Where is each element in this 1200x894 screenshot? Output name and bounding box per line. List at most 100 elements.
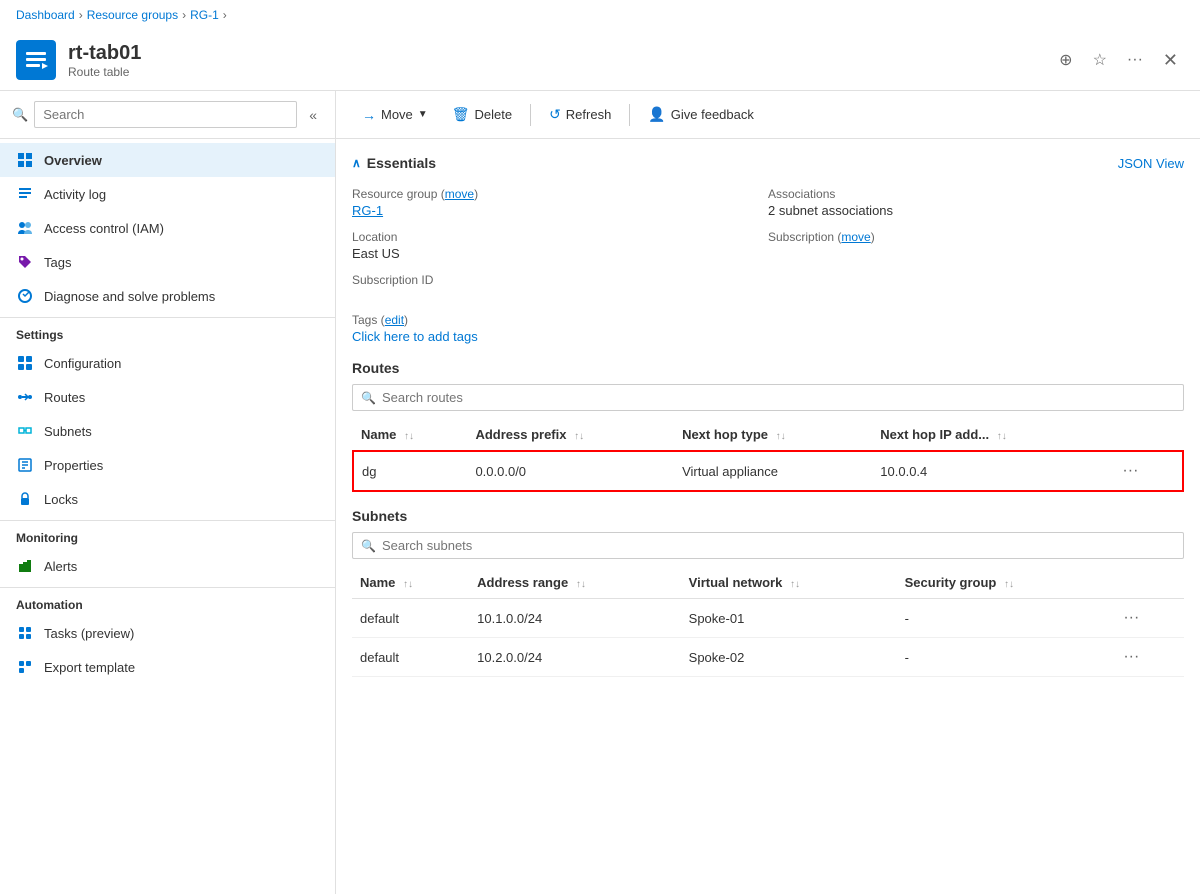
routes-search-icon: 🔍 [361,391,376,405]
json-view-link[interactable]: JSON View [1118,156,1184,171]
subnets-sort-name-icon: ↑↓ [403,579,413,590]
routes-sort-name-icon: ↑↓ [404,431,414,442]
main-content: → Move ▼ 🗑 Delete ↺ Refresh 👤 Give feedb… [336,91,1200,894]
sidebar-item-tasks[interactable]: Tasks (preview) [0,616,335,650]
locks-icon [16,490,34,508]
subnets-col-address-range[interactable]: Address range ↑↓ [469,567,681,599]
breadcrumb-dashboard[interactable]: Dashboard [16,8,75,22]
sidebar-item-label-locks: Locks [44,492,78,507]
route-next-hop-type: Virtual appliance [674,451,872,491]
subnets-table: Name ↑↓ Address range ↑↓ Virtual network… [352,567,1184,677]
resource-icon [16,40,56,80]
sidebar-item-configuration[interactable]: Configuration [0,346,335,380]
sidebar-item-label-tags: Tags [44,255,71,270]
breadcrumb: Dashboard › Resource groups › RG-1 › [0,0,1200,30]
tags-icon [16,253,34,271]
sidebar-item-export[interactable]: Export template [0,650,335,684]
subnet-more-button[interactable]: ··· [1117,607,1145,629]
pin-button[interactable]: ⊕ [1053,46,1078,74]
delete-label: Delete [474,107,512,122]
sidebar-item-subnets[interactable]: Subnets [0,414,335,448]
resource-group-move-link[interactable]: move [445,187,474,201]
breadcrumb-resource-groups[interactable]: Resource groups [87,8,178,22]
subnets-col-name[interactable]: Name ↑↓ [352,567,469,599]
table-row[interactable]: dg 0.0.0.0/0 Virtual appliance 10.0.0.4 … [353,451,1183,491]
sidebar-item-label-configuration: Configuration [44,356,121,371]
delete-button[interactable]: 🗑 Delete [442,101,522,128]
refresh-icon: ↺ [549,106,561,123]
sidebar-item-label-diagnose: Diagnose and solve problems [44,289,215,304]
table-row[interactable]: default 10.1.0.0/24 Spoke-01 - ··· [352,599,1184,638]
sidebar-item-label-subnets: Subnets [44,424,92,439]
location-label: Location [352,230,768,244]
sidebar-item-label-export: Export template [44,660,135,675]
subnet-address-range: 10.2.0.0/24 [469,638,681,677]
resource-group-label: Resource group (move) [352,187,768,201]
search-input[interactable] [34,101,297,128]
subnets-search-input[interactable] [382,538,1175,553]
subnets-search-bar: 🔍 [352,532,1184,559]
close-button[interactable]: ✕ [1157,46,1184,75]
routes-table-header-row: Name ↑↓ Address prefix ↑↓ Next hop type … [353,419,1183,451]
essentials-header: ∧ Essentials JSON View [352,155,1184,171]
feedback-button[interactable]: 👤 Give feedback [638,101,764,128]
resource-title: rt-tab01 [68,42,141,65]
properties-icon [16,456,34,474]
routes-col-address-prefix[interactable]: Address prefix ↑↓ [467,419,674,451]
tags-section: Tags (edit) Click here to add tags [352,313,1184,344]
sidebar-item-locks[interactable]: Locks [0,482,335,516]
sidebar-item-properties[interactable]: Properties [0,448,335,482]
breadcrumb-rg1[interactable]: RG-1 [190,8,219,22]
subscription-item: Subscription (move) [768,226,1184,269]
sidebar-item-label-routes: Routes [44,390,85,405]
move-icon: → [362,107,376,123]
subnets-table-header-row: Name ↑↓ Address range ↑↓ Virtual network… [352,567,1184,599]
routes-sort-hop-ip-icon: ↑↓ [997,431,1007,442]
tags-add-link[interactable]: Click here to add tags [352,329,478,344]
routes-search-input[interactable] [382,390,1175,405]
associations-label: Associations [768,187,1184,201]
subscription-move-link[interactable]: move [841,230,870,244]
move-button[interactable]: → Move ▼ [352,102,438,128]
subnet-more-button[interactable]: ··· [1117,646,1145,668]
sidebar-item-access-control[interactable]: Access control (IAM) [0,211,335,245]
route-more-button[interactable]: ··· [1116,460,1144,482]
subnets-sort-range-icon: ↑↓ [576,579,586,590]
subnets-icon [16,422,34,440]
subscription-id-label: Subscription ID [352,273,768,287]
subnets-col-virtual-network[interactable]: Virtual network ↑↓ [681,567,897,599]
sidebar-item-label-tasks: Tasks (preview) [44,626,134,641]
subnet-actions: ··· [1109,599,1184,638]
content-area: ∧ Essentials JSON View Resource group (m… [336,139,1200,709]
sidebar-item-tags[interactable]: Tags [0,245,335,279]
routes-col-actions [1108,419,1183,451]
table-row[interactable]: default 10.2.0.0/24 Spoke-02 - ··· [352,638,1184,677]
sidebar-item-alerts[interactable]: Alerts [0,549,335,583]
sidebar-item-diagnose[interactable]: Diagnose and solve problems [0,279,335,313]
subnet-address-range: 10.1.0.0/24 [469,599,681,638]
sidebar-item-overview[interactable]: Overview [0,143,335,177]
subnet-actions: ··· [1109,638,1184,677]
subnet-virtual-network: Spoke-01 [681,599,897,638]
rg1-link[interactable]: RG-1 [352,203,383,218]
favorite-button[interactable]: ☆ [1087,46,1113,74]
sidebar-item-routes[interactable]: Routes [0,380,335,414]
routes-col-next-hop-ip[interactable]: Next hop IP add... ↑↓ [872,419,1108,451]
tags-edit-link[interactable]: edit [385,313,404,327]
subnets-sort-vnet-icon: ↑↓ [790,579,800,590]
routes-col-name[interactable]: Name ↑↓ [353,419,467,451]
resource-header: rt-tab01 Route table ⊕ ☆ ··· ✕ [0,30,1200,91]
routes-sort-prefix-icon: ↑↓ [574,431,584,442]
sidebar: 🔍 « Overview Activity log [0,91,336,894]
feedback-label: Give feedback [671,107,754,122]
refresh-button[interactable]: ↺ Refresh [539,101,621,128]
configuration-icon [16,354,34,372]
routes-col-next-hop-type[interactable]: Next hop type ↑↓ [674,419,872,451]
subnets-col-security-group[interactable]: Security group ↑↓ [897,567,1110,599]
routes-section: Routes 🔍 Name ↑↓ [352,360,1184,492]
sidebar-item-activity-log[interactable]: Activity log [0,177,335,211]
settings-section-label: Settings [0,317,335,346]
tags-label: Tags (edit) [352,313,1184,327]
sidebar-collapse-button[interactable]: « [303,105,323,125]
more-options-button[interactable]: ··· [1121,47,1149,73]
